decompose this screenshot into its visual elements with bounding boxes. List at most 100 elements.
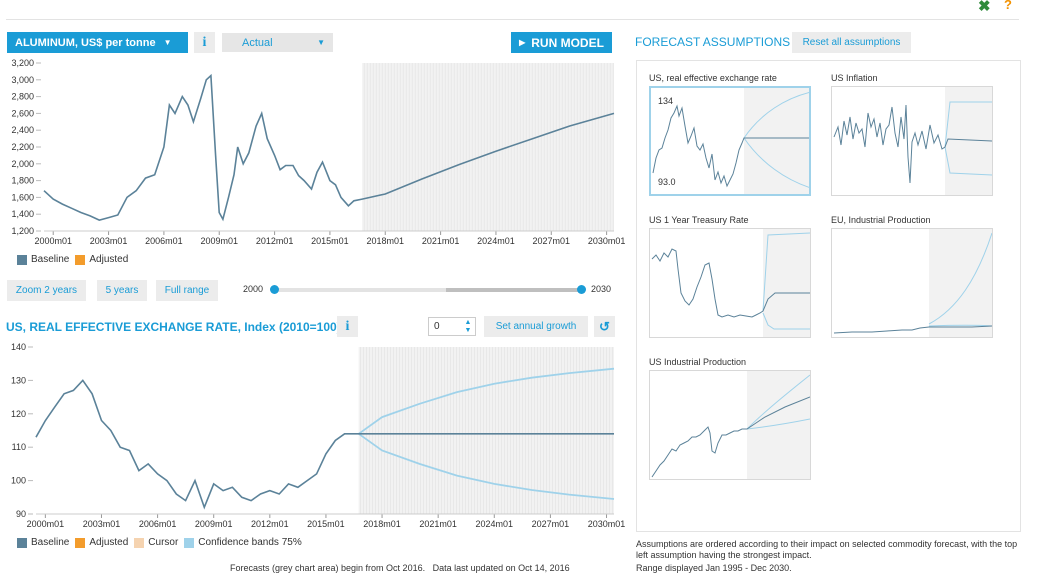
x-tick-label: 2027m01 — [532, 519, 570, 529]
x-tick-label: 2015m01 — [307, 519, 345, 529]
undo-icon: ↺ — [599, 318, 610, 334]
range-slider-track[interactable] — [274, 288, 580, 292]
x-tick-label: 2003m01 — [90, 236, 128, 246]
x-tick-label: 2030m01 — [588, 236, 626, 246]
full-range-button[interactable]: Full range — [156, 280, 218, 301]
legend-bands-label: Confidence bands 75% — [198, 537, 302, 548]
y-tick-label: 3,200 — [11, 58, 34, 68]
legend-adjusted[interactable]: Adjusted — [75, 254, 128, 265]
range-end-label: 2030 — [591, 284, 612, 294]
zoom-5-years-button[interactable]: 5 years — [97, 280, 147, 301]
x-tick-label: 2012m01 — [256, 236, 294, 246]
y-tick-label: 1,200 — [11, 226, 34, 236]
x-tick-label: 2030m01 — [588, 519, 626, 529]
range-slider-fill — [446, 288, 580, 292]
assumption-editor-unit: Index (2010=100) — [244, 320, 341, 334]
x-tick-label: 2012m01 — [251, 519, 289, 529]
zoom-2-years-button[interactable]: Zoom 2 years — [7, 280, 86, 301]
x-tick-label: 2009m01 — [200, 236, 238, 246]
commodity-dropdown[interactable]: ALUMINUM, US$ per tonne ▼ — [7, 32, 188, 53]
assumption-title-2: US Inflation — [831, 73, 878, 83]
run-model-label: RUN MODEL — [531, 35, 604, 50]
chevron-down-icon: ▼ — [317, 38, 325, 47]
legend-bands[interactable]: Confidence bands 75% — [184, 537, 302, 548]
y-tick-label: 2,200 — [11, 142, 34, 152]
legend-baseline-label: Baseline — [31, 537, 70, 548]
y-tick-label: 90 — [16, 509, 26, 519]
assumption-thumb-us-inflation[interactable] — [831, 86, 993, 196]
legend-baseline-label: Baseline — [31, 254, 70, 265]
footer-note: Forecasts (grey chart area) begin from O… — [230, 563, 570, 573]
assumption-thumb-us-production[interactable] — [649, 370, 811, 480]
chevron-down-icon: ▼ — [163, 38, 172, 47]
assumptions-note: Assumptions are ordered according to the… — [636, 539, 1018, 560]
range-end-handle[interactable] — [577, 285, 586, 294]
x-tick-label: 2018m01 — [366, 236, 404, 246]
y-tick-label: 2,800 — [11, 92, 34, 102]
x-tick-label: 2018m01 — [363, 519, 401, 529]
y-tick-label: 140 — [11, 342, 26, 352]
set-annual-growth-button[interactable]: Set annual growth — [484, 316, 588, 337]
legend-baseline[interactable]: Baseline — [17, 254, 69, 265]
aluminum-chart[interactable]: 1,200 1,400 1,600 1,800 2,000 2,200 2,400 2,600… — [0, 56, 636, 272]
legend-cursor-label: Cursor — [148, 537, 179, 548]
legend-adjusted-label: Adjusted — [89, 254, 129, 265]
y-tick-label: 1,600 — [11, 192, 34, 202]
reset-assumptions-button[interactable]: Reset all assumptions — [792, 32, 911, 53]
range-note: Range displayed Jan 1995 - Dec 2030. — [636, 563, 792, 573]
help-icon[interactable]: ? — [1004, 0, 1012, 12]
y-tick-label: 1,800 — [11, 176, 34, 186]
thumb-max-label: 134 — [658, 96, 673, 106]
growth-stepper[interactable]: 0 ▲ ▼ — [428, 317, 476, 336]
legend-cursor[interactable]: Cursor — [134, 537, 178, 548]
assumption-editor-name: US, REAL EFFECTIVE EXCHANGE RATE, — [6, 320, 241, 334]
y-tick-label: 2,600 — [11, 108, 34, 118]
undo-button[interactable]: ↺ — [594, 316, 615, 337]
range-start-handle[interactable] — [270, 285, 279, 294]
assumptions-title: FORECAST ASSUMPTIONS — [635, 35, 791, 49]
x-tick-label: 2009m01 — [195, 519, 233, 529]
x-tick-label: 2021m01 — [422, 236, 460, 246]
x-tick-label: 2006m01 — [139, 519, 177, 529]
info-icon: i — [202, 34, 207, 50]
forecast-area — [747, 371, 810, 479]
x-tick-label: 2027m01 — [533, 236, 571, 246]
assumption-thumb-treasury-rate[interactable] — [649, 228, 811, 338]
commodity-label: ALUMINUM, US$ per tonne — [15, 36, 156, 49]
info-icon: i — [345, 318, 350, 334]
x-tick-label: 2000m01 — [27, 519, 65, 529]
forecast-area — [744, 88, 809, 194]
mode-dropdown[interactable]: Actual ▼ — [222, 33, 333, 52]
y-tick-label: 2,400 — [11, 125, 34, 135]
chart2-legend: Baseline Adjusted Cursor Confidence band… — [17, 537, 302, 548]
x-tick-label: 2006m01 — [145, 236, 183, 246]
assumptions-panel: US, real effective exchange rate US Infl… — [636, 60, 1021, 532]
assumption-title-5: US Industrial Production — [649, 357, 747, 367]
y-tick-label: 3,000 — [11, 75, 34, 85]
excel-export-icon[interactable]: ✖ — [978, 0, 991, 15]
legend-baseline[interactable]: Baseline — [17, 537, 69, 548]
legend-adjusted[interactable]: Adjusted — [75, 537, 128, 548]
assumption-info-button[interactable]: i — [337, 316, 358, 337]
y-tick-label: 110 — [12, 442, 26, 452]
x-tick-label: 2024m01 — [477, 236, 515, 246]
x-tick-label: 2015m01 — [311, 236, 349, 246]
assumption-title-3: US 1 Year Treasury Rate — [649, 215, 749, 225]
x-tick-label: 2003m01 — [83, 519, 121, 529]
assumption-editor-title: US, REAL EFFECTIVE EXCHANGE RATE, Index … — [6, 320, 341, 334]
commodity-info-button[interactable]: i — [194, 32, 215, 53]
assumption-thumb-exchange-rate[interactable]: 134 93.0 — [649, 86, 811, 196]
play-icon: ▶ — [519, 38, 526, 47]
exchange-rate-chart[interactable]: 90 100 110 120 130 140 2000m01 2003m01 2006m01 2… — [0, 340, 636, 536]
assumption-title-1: US, real effective exchange rate — [649, 73, 777, 83]
growth-input[interactable]: 0 — [429, 321, 461, 332]
run-model-button[interactable]: ▶ RUN MODEL — [511, 32, 612, 53]
forecast-area — [929, 229, 992, 337]
assumption-thumb-eu-production[interactable] — [831, 228, 993, 338]
stepper-arrows-icon[interactable]: ▲ ▼ — [461, 319, 475, 335]
thumb-min-label: 93.0 — [658, 177, 676, 187]
forecast-area — [763, 229, 810, 337]
y-tick-label: 130 — [11, 375, 26, 385]
x-tick-label: 2024m01 — [476, 519, 514, 529]
chart1-legend: Baseline Adjusted — [17, 254, 128, 265]
